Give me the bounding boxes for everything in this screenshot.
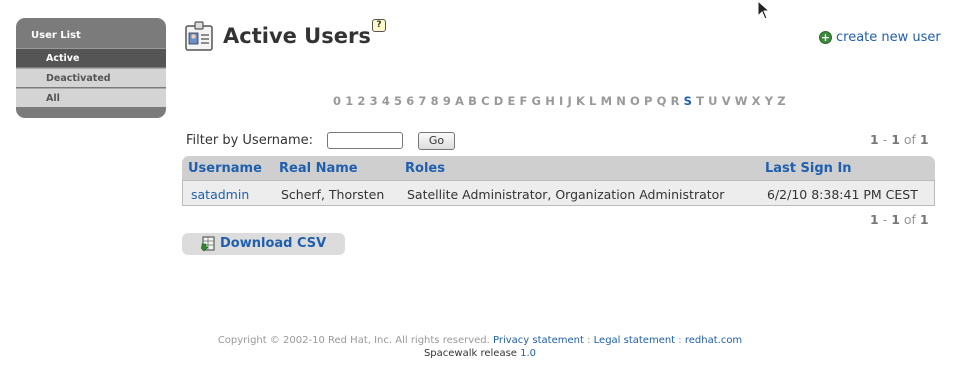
download-csv-label: Download CSV: [220, 236, 327, 251]
alphabet-letter-l: L: [589, 94, 597, 108]
username-link[interactable]: satadmin: [191, 187, 249, 202]
alphabet-letter-b: B: [468, 94, 477, 108]
spreadsheet-download-icon: [201, 236, 215, 252]
pager-sep: -: [882, 212, 888, 227]
alphabet-letter-y: Y: [764, 94, 774, 108]
redhat-link[interactable]: redhat.com: [685, 335, 742, 346]
pager-start: 1: [870, 212, 879, 227]
pager-sep: -: [882, 132, 888, 147]
pager-end: 1: [891, 132, 900, 147]
plus-icon: +: [819, 31, 832, 44]
alphabet-letter-0: 0: [333, 94, 342, 108]
alphabet-letter-q: Q: [656, 94, 667, 108]
user-card-icon: [185, 21, 213, 51]
footer-separator: :: [678, 335, 682, 346]
alphabet-letter-d: D: [493, 94, 504, 108]
sidebar-item-active[interactable]: Active: [16, 48, 166, 67]
last-sign-in-cell: 6/2/10 8:38:41 PM CEST: [767, 187, 918, 202]
pager-start: 1: [870, 132, 879, 147]
sidebar: User List Active Deactivated All: [16, 18, 166, 118]
alphabet-letter-h: H: [545, 94, 555, 108]
pager-end: 1: [891, 212, 900, 227]
alphabet-letter-u: U: [708, 94, 718, 108]
alphabet-filter: 0123456789ABCDEFGHIJKLMNOPQRSTUVWXYZ: [333, 94, 790, 108]
alphabet-letter-3: 3: [369, 94, 378, 108]
alphabet-letter-8: 8: [430, 94, 439, 108]
alphabet-letter-t: T: [696, 94, 704, 108]
alphabet-letter-2: 2: [357, 94, 366, 108]
column-roles[interactable]: Roles: [405, 161, 445, 176]
create-new-user-label: create new user: [836, 30, 941, 45]
pager-total: 1: [919, 212, 929, 227]
sidebar-item-deactivated[interactable]: Deactivated: [16, 68, 166, 87]
alphabet-letter-i: I: [559, 94, 564, 108]
page-title: Active Users: [223, 24, 371, 48]
alphabet-letter-g: G: [531, 94, 541, 108]
footer-separator: :: [587, 335, 591, 346]
mouse-cursor-icon: [757, 0, 771, 20]
alphabet-letter-a: A: [455, 94, 464, 108]
alphabet-letter-x: X: [751, 94, 761, 108]
release-info: Spacewalk release 1.0: [0, 348, 960, 359]
pager-bottom: 1 - 1 of 1: [870, 212, 929, 227]
privacy-statement-link[interactable]: Privacy statement: [493, 335, 584, 346]
alphabet-letter-7: 7: [418, 94, 427, 108]
download-csv-button[interactable]: Download CSV: [182, 233, 345, 255]
release-version-link[interactable]: 1.0: [520, 348, 536, 359]
column-real-name[interactable]: Real Name: [279, 161, 358, 176]
alphabet-letter-n: N: [616, 94, 626, 108]
pager-top: 1 - 1 of 1: [870, 132, 929, 147]
alphabet-letter-w: W: [734, 94, 748, 108]
help-icon[interactable]: ?: [372, 19, 386, 32]
column-username[interactable]: Username: [188, 161, 262, 176]
filter-label: Filter by Username:: [186, 133, 314, 148]
real-name-cell: Scherf, Thorsten: [281, 187, 385, 202]
alphabet-letter-f: F: [519, 94, 528, 108]
username-filter-input[interactable]: [327, 132, 403, 149]
alphabet-letter-m: M: [600, 94, 613, 108]
pager-total: 1: [919, 132, 929, 147]
column-last-sign-in[interactable]: Last Sign In: [765, 161, 852, 176]
table-row: satadmin Scherf, Thorsten Satellite Admi…: [182, 180, 935, 206]
sidebar-title: User List: [31, 30, 81, 41]
alphabet-letter-c: C: [481, 94, 490, 108]
pager-of: of: [903, 212, 916, 227]
legal-statement-link[interactable]: Legal statement: [594, 335, 675, 346]
alphabet-letter-1: 1: [345, 94, 354, 108]
go-button[interactable]: Go: [418, 132, 455, 150]
alphabet-letter-k: K: [575, 94, 585, 108]
alphabet-letter-9: 9: [442, 94, 451, 108]
alphabet-letter-6: 6: [406, 94, 415, 108]
release-label: Spacewalk release: [423, 348, 517, 359]
alphabet-letter-s[interactable]: S: [684, 94, 692, 108]
roles-cell: Satellite Administrator, Organization Ad…: [407, 187, 725, 202]
alphabet-letter-j: J: [567, 94, 572, 108]
table-header: Username Real Name Roles Last Sign In: [182, 156, 935, 180]
alphabet-letter-4: 4: [381, 94, 390, 108]
copyright-text: Copyright © 2002-10 Red Hat, Inc. All ri…: [217, 335, 490, 346]
sidebar-item-all[interactable]: All: [16, 88, 166, 107]
footer-links: Copyright © 2002-10 Red Hat, Inc. All ri…: [0, 335, 960, 346]
alphabet-letter-o: O: [630, 94, 640, 108]
alphabet-letter-r: R: [670, 94, 680, 108]
alphabet-letter-5: 5: [394, 94, 403, 108]
alphabet-letter-z: Z: [777, 94, 786, 108]
create-new-user-link[interactable]: + create new user: [819, 30, 941, 45]
alphabet-letter-p: P: [643, 94, 653, 108]
alphabet-letter-v: V: [721, 94, 731, 108]
alphabet-letter-e: E: [507, 94, 516, 108]
pager-of: of: [903, 132, 916, 147]
